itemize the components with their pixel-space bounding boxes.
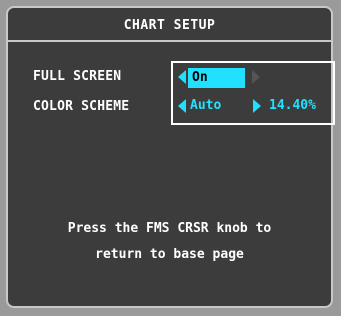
- instruction-message: Press the FMS CRSR knob to return to bas…: [8, 216, 331, 268]
- instruction-line-2: return to base page: [95, 247, 244, 262]
- full-screen-left-arrow-icon[interactable]: [178, 70, 186, 84]
- color-scheme-value[interactable]: Auto: [190, 98, 221, 113]
- color-scheme-right-arrow-icon[interactable]: [253, 99, 261, 113]
- chart-setup-window: CHART SETUP FULL SCREEN COLOR SCHEME On …: [6, 6, 335, 308]
- window-title: CHART SETUP: [123, 18, 216, 33]
- display-bezel: CHART SETUP FULL SCREEN COLOR SCHEME On …: [0, 0, 341, 316]
- full-screen-value[interactable]: On: [188, 68, 245, 88]
- full-screen-right-arrow-icon[interactable]: [252, 70, 260, 84]
- color-scheme-left-arrow-icon[interactable]: [178, 99, 186, 113]
- title-bar: CHART SETUP: [8, 8, 331, 42]
- instruction-line-1: Press the FMS CRSR knob to: [67, 221, 272, 236]
- color-scheme-label: COLOR SCHEME: [33, 99, 130, 114]
- full-screen-label: FULL SCREEN: [33, 69, 122, 84]
- brightness-percent[interactable]: 14.40%: [269, 98, 316, 113]
- settings-box: On Auto 14.40%: [171, 61, 335, 125]
